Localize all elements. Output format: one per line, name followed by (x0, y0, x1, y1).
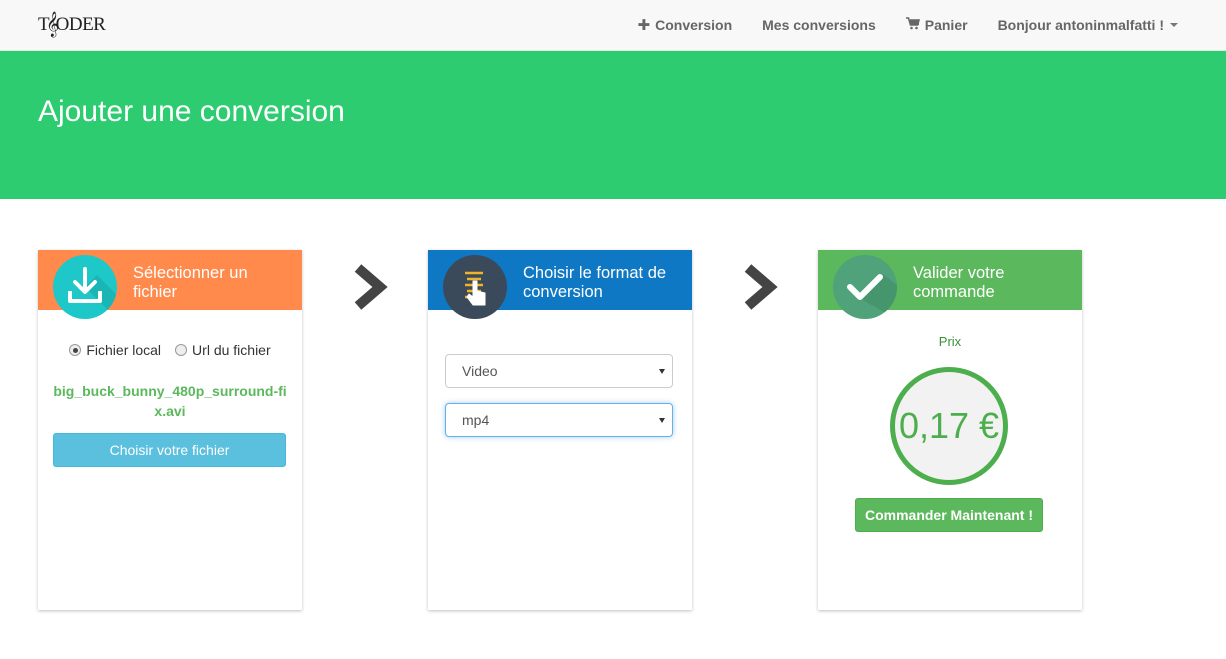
step-choose-format-panel: Choisir le format de conversion Video mp… (428, 250, 692, 610)
radio-dot-checked[interactable] (69, 344, 82, 356)
step-choose-format-title: Choisir le format de conversion (523, 264, 667, 301)
price-value: 0,17 € (898, 405, 1000, 446)
choose-file-button[interactable]: Choisir votre fichier (53, 433, 286, 467)
chevron-down-icon (659, 369, 665, 374)
nav-panier-link[interactable]: Panier (891, 16, 983, 34)
user-menu-dropdown[interactable]: Bonjour antoninmalfatti ! (983, 17, 1193, 33)
nav-mes-conversions-label: Mes conversions (762, 17, 876, 33)
step-select-file-panel: Sélectionner un fichier Fichier local Ur… (38, 250, 302, 610)
download-icon (53, 255, 117, 319)
format-pointer-icon (443, 255, 507, 319)
plus-icon: ✚ (637, 17, 651, 34)
nav-conversion-link[interactable]: ✚ Conversion (623, 16, 748, 34)
page-banner: Ajouter une conversion (0, 51, 1226, 199)
price-circle: 0,17 € (890, 367, 1008, 485)
file-source-radio-group: Fichier local Url du fichier (38, 342, 302, 358)
brand-logo[interactable]: T 𝄞 ODER (38, 6, 106, 44)
media-type-value: Video (462, 363, 498, 379)
chevron-right-icon (354, 264, 388, 310)
user-greeting: Bonjour antoninmalfatti ! (997, 17, 1164, 33)
brand-suffix: ODER (55, 14, 106, 35)
radio-fichier-local[interactable]: Fichier local (69, 342, 161, 358)
top-navbar: T 𝄞 ODER ✚ Conversion Mes conversions Pa… (0, 0, 1226, 51)
step-validate-title: Valider votre commande (913, 264, 1005, 301)
page-title: Ajouter une conversion (38, 95, 345, 128)
order-now-button[interactable]: Commander Maintenant ! (855, 498, 1043, 532)
nav-conversion-label: Conversion (655, 17, 733, 33)
output-format-select[interactable]: mp4 (445, 403, 673, 437)
step-select-file-header: Sélectionner un fichier (38, 250, 302, 319)
chevron-down-icon (1170, 23, 1178, 27)
radio-dot-unchecked[interactable] (175, 344, 188, 356)
radio-url-fichier-label: Url du fichier (192, 342, 271, 358)
selected-filename: big_buck_bunny_480p_surround-fix.avi (53, 383, 287, 419)
treble-clef-icon: 𝄞 (46, 11, 59, 36)
step-validate-header: Valider votre commande (818, 250, 1082, 319)
chevron-right-icon (744, 264, 778, 310)
radio-fichier-local-label: Fichier local (86, 342, 162, 358)
media-type-select[interactable]: Video (445, 354, 673, 388)
chevron-down-icon (659, 418, 665, 423)
cart-icon (905, 16, 920, 34)
step-validate-panel: Valider votre commande Prix 0,17 € Comma… (818, 250, 1082, 610)
nav-links: ✚ Conversion Mes conversions Panier Bonj… (623, 0, 1226, 50)
step-select-file-title: Sélectionner un fichier (133, 264, 248, 301)
nav-mes-conversions-link[interactable]: Mes conversions (747, 17, 891, 33)
checkmark-icon (833, 255, 897, 319)
nav-panier-label: Panier (924, 17, 968, 33)
output-format-value: mp4 (462, 412, 490, 428)
price-label: Prix (938, 334, 962, 349)
step-choose-format-header: Choisir le format de conversion (428, 250, 692, 319)
radio-url-fichier[interactable]: Url du fichier (175, 342, 271, 358)
